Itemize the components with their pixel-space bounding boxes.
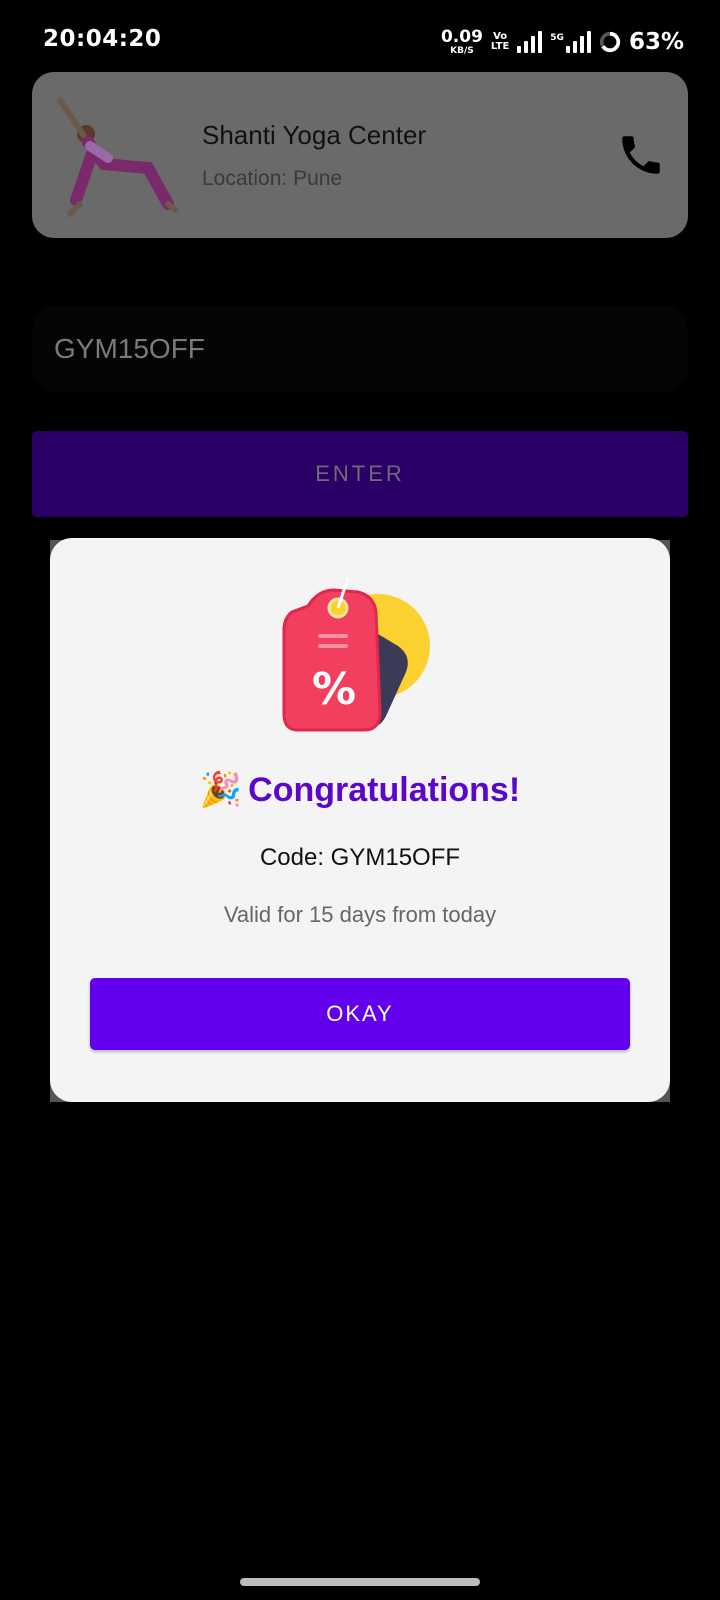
center-card[interactable]: Shanti Yoga Center Location: Pune — [32, 72, 688, 238]
status-bar: 20:04:20 0.09 KB/S Vo LTE 5G 63% — [0, 0, 720, 80]
center-name: Shanti Yoga Center — [202, 120, 427, 150]
validity-text: Valid for 15 days from today — [223, 902, 497, 927]
center-location: Location: Pune — [202, 167, 343, 190]
discount-tag-icon: % — [282, 577, 430, 732]
gesture-navigation-bar[interactable] — [240, 1578, 480, 1586]
okay-button[interactable]: OKAY — [90, 978, 630, 1050]
5g-label: 5G — [550, 33, 564, 43]
svg-text:%: % — [312, 664, 356, 715]
network-speed-unit: KB/S — [450, 45, 474, 56]
status-time: 20:04:20 — [43, 26, 162, 52]
signal-icon — [517, 31, 543, 53]
network-speed: 0.09 KB/S — [440, 26, 483, 56]
phone-icon[interactable] — [616, 130, 666, 180]
coupon-code-input[interactable] — [32, 306, 688, 392]
volte-bottom: LTE — [490, 41, 510, 52]
battery-percent: 63% — [628, 29, 684, 55]
battery-icon — [599, 31, 621, 53]
coupon-code-text: Code: GYM15OFF — [259, 844, 461, 871]
party-popper-icon: 🎉 — [199, 771, 243, 809]
status-icons: 0.09 KB/S Vo LTE 5G 63% — [441, 22, 684, 62]
dialog-title-text: Congratulations! — [248, 771, 521, 809]
dialog-title: 🎉 Congratulations! — [50, 770, 670, 810]
success-dialog: % 🎉 Congratulations! Code: GYM15OFF Valid… — [50, 538, 670, 1102]
network-speed-value: 0.09 — [440, 26, 483, 47]
5g-signal-icon: 5G — [550, 31, 591, 53]
volte-icon: Vo LTE — [491, 32, 509, 52]
yoga-figure-icon — [57, 97, 178, 217]
enter-button[interactable]: ENTER — [32, 431, 688, 517]
